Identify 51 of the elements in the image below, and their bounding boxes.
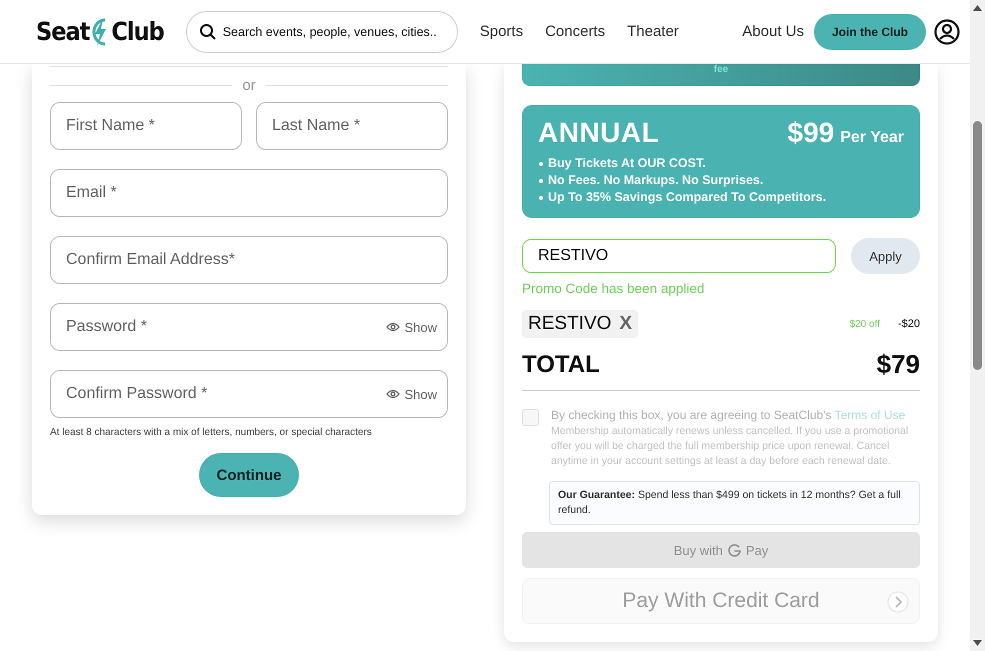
search-icon xyxy=(198,22,217,40)
search-field[interactable]: Search events, people, venues, cities.. xyxy=(222,24,445,38)
discount-label: $20 off xyxy=(850,318,880,330)
terms-checkbox[interactable] xyxy=(522,409,539,426)
eye-icon xyxy=(386,322,400,332)
plan-feature: No Fees. No Markups. No Surprises. xyxy=(538,172,904,189)
password-field[interactable]: Password * Show xyxy=(50,303,448,351)
nav-link[interactable]: About Us xyxy=(742,23,804,40)
promo-code-field[interactable]: RESTIVO xyxy=(522,239,836,273)
remove-button[interactable]: X xyxy=(619,313,632,335)
plan-label: fee xyxy=(714,64,728,76)
input-field[interactable]: Email * xyxy=(50,169,448,217)
plan-feature: Buy Tickets At OUR COST. xyxy=(538,155,904,172)
renewal-note: Membership automatically renews unless cancelled. If you use a promotional offer you will be charged the full membership price upon renewal. Cancel anytime in your account settings at least a day before each renewal date. xyxy=(551,424,910,469)
plan-feature: Up To 35% Savings Compared To Competitors. xyxy=(538,189,904,206)
input-field[interactable]: First Name * xyxy=(50,102,242,150)
total-amount: $79 xyxy=(876,349,920,380)
join-button[interactable]: Join the Club xyxy=(814,14,926,50)
nav-link[interactable]: Theater xyxy=(627,23,679,40)
logo-text[interactable]: Seat xyxy=(36,17,90,46)
user-icon[interactable] xyxy=(934,18,960,44)
g-logo-icon xyxy=(728,544,741,556)
discount-amount: -$20 xyxy=(898,318,920,330)
promo-code: RESTIVO xyxy=(528,313,612,335)
input-field[interactable]: Confirm Email Address* xyxy=(50,236,448,284)
scroll-up-icon[interactable] xyxy=(973,5,982,11)
plan-price: $99 xyxy=(788,117,834,149)
eye-icon xyxy=(386,389,400,399)
password-field[interactable]: Confirm Password * Show xyxy=(50,370,448,418)
nav-link[interactable]: Sports xyxy=(480,23,524,40)
terms-text: By checking this box, you are agreeing to SeatClub's Terms of Use xyxy=(551,408,906,423)
plan-name: ANNUAL xyxy=(538,117,660,149)
input-field[interactable]: Last Name * xyxy=(256,102,448,150)
continue-button[interactable]: Continue xyxy=(199,453,299,497)
plan-period: Per Year xyxy=(840,129,904,147)
logo-text[interactable]: Club xyxy=(111,17,164,46)
search-bar[interactable]: Search events, people, venues, cities.. xyxy=(186,10,458,52)
nav-link[interactable]: Concerts xyxy=(545,23,606,40)
guarantee-note: Our Guarantee: Spend less than $499 on tickets in 12 months? Get a full refund. xyxy=(549,481,920,525)
apply-button[interactable]: Apply xyxy=(851,238,920,274)
show-password-button[interactable]: Show xyxy=(386,320,437,334)
divider-label: or xyxy=(242,77,256,94)
scroll-down-icon[interactable] xyxy=(973,640,982,646)
scrollbar-thumb[interactable] xyxy=(973,121,982,370)
password-input[interactable]: Password * xyxy=(66,318,386,336)
promo-message: Promo Code has been applied xyxy=(522,281,706,296)
password-hint: At least 8 characters with a mix of letters, numbers, or special characters xyxy=(50,427,373,438)
password-input[interactable]: Confirm Password * xyxy=(66,385,386,403)
total-label: TOTAL xyxy=(522,350,600,378)
show-password-button[interactable]: Show xyxy=(386,386,437,402)
chevron-right-icon xyxy=(887,591,909,613)
